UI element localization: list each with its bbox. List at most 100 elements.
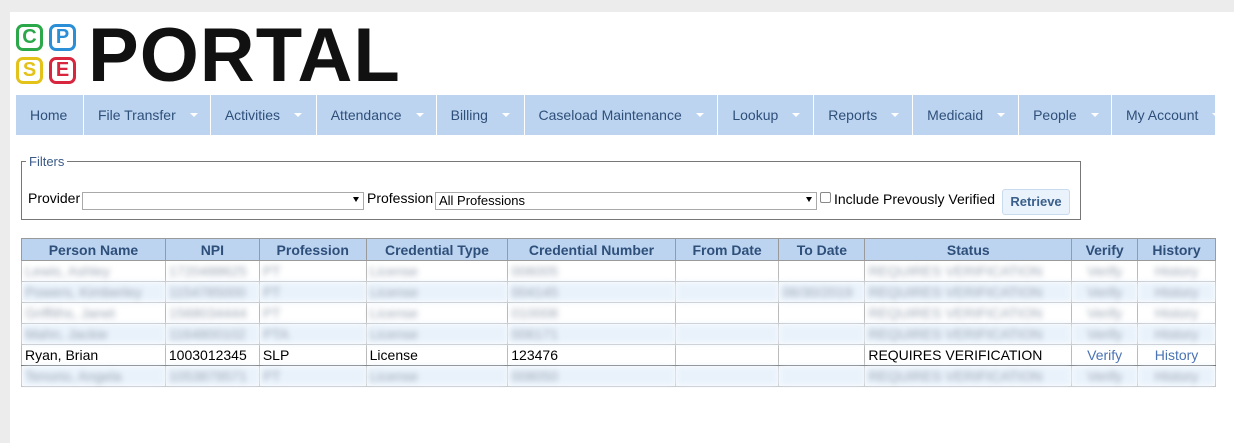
nav-billing[interactable]: Billing <box>437 95 525 135</box>
table-cell: Griffiths, Janet <box>21 302 166 324</box>
table-cell: 123476 <box>507 344 676 366</box>
column-header[interactable]: History <box>1137 238 1216 261</box>
table-cell: 1720488625 <box>164 260 260 282</box>
logo-letter-e: E <box>49 57 76 84</box>
logo-letter-c: C <box>16 24 43 51</box>
filters-panel: Filters Provider Profession All Professi… <box>21 154 1081 220</box>
column-header[interactable]: Credential Number <box>507 238 676 261</box>
provider-label: Provider <box>28 190 81 206</box>
table-cell: Ryan, Brian <box>21 344 166 366</box>
caret-down-icon <box>695 113 704 117</box>
history-link[interactable]: History <box>1137 365 1216 387</box>
main-navigation: Home File Transfer Activities Attendance Bil… <box>16 95 1216 135</box>
verify-link[interactable]: Verify <box>1071 344 1139 366</box>
table-cell <box>778 323 866 345</box>
table-cell <box>674 281 780 303</box>
column-header[interactable]: Profession <box>258 238 367 261</box>
nav-file-transfer[interactable]: File Transfer <box>84 95 211 135</box>
caret-down-icon <box>792 113 801 117</box>
retrieve-button[interactable]: Retrieve <box>1002 189 1070 215</box>
table-cell <box>674 260 780 282</box>
table-cell <box>778 260 866 282</box>
caret-down-icon <box>997 113 1006 117</box>
column-header[interactable]: From Date <box>674 238 780 261</box>
table-cell: REQUIRES VERIFICATION <box>864 302 1073 324</box>
table-row[interactable]: Lewis, Ashley 1720488625 PT License 006005 RE… <box>21 260 1216 282</box>
table-row[interactable]: Griffiths, Janet 1568034444 PT License 01000… <box>21 302 1216 324</box>
portal-title: PORTAL <box>88 13 401 98</box>
cpse-logo-icon: C P S E <box>16 24 82 90</box>
table-cell: 1164800102 <box>164 323 260 345</box>
verify-link[interactable]: Verify <box>1071 323 1139 345</box>
nav-item-label: Medicaid <box>927 107 984 123</box>
table-cell: PTA <box>258 323 367 345</box>
nav-activities[interactable]: Activities <box>211 95 317 135</box>
table-header-row: Person Name NPI Profession Credential Type C… <box>21 238 1216 261</box>
table-cell: License <box>365 302 509 324</box>
include-verified-label: Include Prevously Verified <box>834 191 996 207</box>
credentials-table-container: Person Name NPI Profession Credential Type C… <box>21 238 1216 388</box>
include-verified-checkbox[interactable] <box>820 192 831 203</box>
verify-link[interactable]: Verify <box>1071 260 1139 282</box>
caret-down-icon <box>294 113 303 117</box>
table-cell <box>674 365 780 387</box>
table-cell: 1053879571 <box>164 365 260 387</box>
nav-item-label: File Transfer <box>97 107 176 123</box>
table-cell: REQUIRES VERIFICATION <box>864 323 1073 345</box>
filters-legend: Filters <box>29 154 65 169</box>
column-header[interactable]: Verify <box>1071 238 1139 261</box>
caret-down-icon <box>415 113 424 117</box>
table-cell: REQUIRES VERIFICATION <box>864 344 1073 366</box>
table-cell: 010008 <box>507 302 676 324</box>
table-cell <box>778 344 866 366</box>
table-cell: REQUIRES VERIFICATION <box>864 281 1073 303</box>
table-cell: License <box>365 344 509 366</box>
caret-down-icon <box>1212 113 1216 117</box>
table-row[interactable]: Ryan, Brian 1003012345 SLP License 123476 REQ… <box>21 344 1216 366</box>
table-cell <box>674 323 780 345</box>
table-row[interactable]: Mahn, Jackie 1164800102 PTA License 006171 RE… <box>21 323 1216 345</box>
nav-home[interactable]: Home <box>16 95 84 135</box>
nav-caseload-maintenance[interactable]: Caseload Maintenance <box>525 95 719 135</box>
verify-link[interactable]: Verify <box>1071 281 1139 303</box>
table-cell: 1003012345 <box>164 344 260 366</box>
left-gutter <box>0 0 10 443</box>
table-row[interactable]: Tenorio, Angela 1053879571 PT License 008050… <box>21 365 1216 387</box>
nav-attendance[interactable]: Attendance <box>317 95 437 135</box>
history-link[interactable]: History <box>1137 302 1216 324</box>
table-cell <box>674 344 780 366</box>
column-header[interactable]: Status <box>864 238 1073 261</box>
verify-link[interactable]: Verify <box>1071 365 1139 387</box>
nav-item-label: Attendance <box>330 107 402 123</box>
table-cell: License <box>365 281 509 303</box>
table-cell: 008050 <box>507 365 676 387</box>
history-link[interactable]: History <box>1137 281 1216 303</box>
history-link[interactable]: History <box>1137 323 1216 345</box>
nav-item-label: People <box>1033 107 1077 123</box>
table-cell: PT <box>258 281 367 303</box>
history-link[interactable]: History <box>1137 260 1216 282</box>
column-header[interactable]: To Date <box>778 238 866 261</box>
nav-medicaid[interactable]: Medicaid <box>913 95 1020 135</box>
caret-down-icon <box>891 113 900 117</box>
table-cell: Tenorio, Angela <box>21 365 166 387</box>
caret-down-icon <box>501 113 510 117</box>
logo-letter-s: S <box>16 57 43 84</box>
chevron-down-icon <box>353 197 359 202</box>
nav-item-label: Lookup <box>732 107 779 123</box>
table-cell: 1568034444 <box>164 302 260 324</box>
profession-select[interactable]: All Professions <box>435 192 817 210</box>
provider-select[interactable] <box>82 192 364 210</box>
nav-reports[interactable]: Reports <box>814 95 914 135</box>
history-link[interactable]: History <box>1137 344 1216 366</box>
table-row[interactable]: Powers, Kimberley 1154785000 PT License 0041… <box>21 281 1216 303</box>
verify-link[interactable]: Verify <box>1071 302 1139 324</box>
nav-item-label: Billing <box>450 107 488 123</box>
column-header[interactable]: Credential Type <box>365 238 509 261</box>
nav-my-account[interactable]: My Account <box>1112 95 1216 135</box>
nav-lookup[interactable]: Lookup <box>718 95 815 135</box>
column-header[interactable]: NPI <box>164 238 260 261</box>
column-header[interactable]: Person Name <box>21 238 166 261</box>
nav-people[interactable]: People <box>1019 95 1112 135</box>
credentials-table: Person Name NPI Profession Credential Type C… <box>21 238 1216 387</box>
